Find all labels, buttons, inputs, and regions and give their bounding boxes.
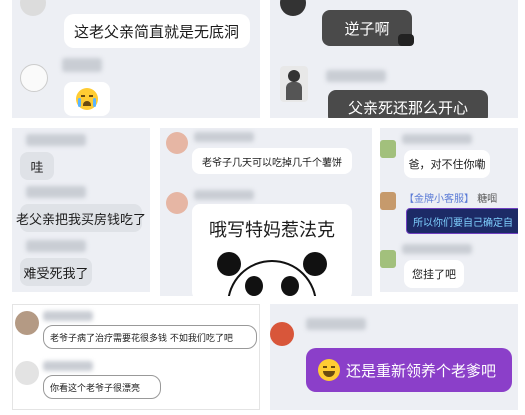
- blurred-username: [26, 240, 86, 252]
- bubble-text: 老父亲把我买房钱吃了: [16, 212, 147, 228]
- avatar: [380, 192, 396, 210]
- meme-text: 哦写特妈惹法克: [209, 220, 335, 241]
- blurred-username: [43, 361, 93, 371]
- panel-4: 老爷子几天可以吃掉几千个薯饼 哦写特妈惹法克: [160, 128, 372, 296]
- chat-bubble: 哇: [20, 152, 54, 180]
- emoji-bubble: [64, 82, 110, 116]
- blurred-username: [326, 70, 386, 82]
- bubble-text: 老爷子几天可以吃掉几千个薯饼: [202, 157, 342, 169]
- avatar: [20, 64, 48, 92]
- panel-6: 老爷子病了治疗需要花很多钱 不如我们吃了吧 你看这个老爷子很漂亮: [12, 304, 260, 410]
- chat-bubble: 老父亲把我买房钱吃了: [16, 204, 146, 232]
- bubble-text: 还是重新领养个老爹吧: [346, 361, 497, 380]
- bubble-text: 爸，对不住你嘞: [408, 158, 486, 171]
- avatar: [166, 192, 188, 214]
- chat-bubble: 这老父亲简直就是无底洞: [64, 14, 250, 48]
- blurred-username: [62, 58, 102, 72]
- panel-7: 还是重新领养个老爹吧: [270, 304, 518, 410]
- crying-face-icon: [76, 88, 98, 110]
- panel-2: 逆子啊 父亲死还那么开心: [270, 0, 518, 118]
- panel-5: 爸，对不住你嘞 【金牌小客服】 糖啯 所以你们要自己确定自 您挂了吧: [380, 128, 518, 292]
- laughing-face-icon: [318, 359, 340, 381]
- avatar: [270, 322, 294, 346]
- avatar: [20, 0, 46, 16]
- bubble-text: 所以你们要自己确定自: [413, 217, 513, 229]
- user-tag: 【金牌小客服】 糖啯: [404, 190, 497, 205]
- cat-decoration-icon: [398, 34, 414, 46]
- bubble-text: 哇: [30, 160, 44, 176]
- tag-name: 糖啯: [477, 194, 498, 205]
- bubble-text: 难受死我了: [23, 266, 89, 282]
- chat-bubble: 你看这个老爷子很漂亮: [43, 375, 161, 399]
- avatar: [380, 250, 396, 268]
- bubble-text: 你看这个老爷子很漂亮: [50, 383, 141, 394]
- blurred-username: [194, 132, 254, 142]
- bubble-text: 老爷子病了治疗需要花很多钱 不如我们吃了吧: [50, 333, 233, 344]
- tag-title: 【金牌小客服】: [404, 194, 474, 205]
- chat-bubble: 难受死我了: [20, 258, 92, 286]
- avatar: [380, 140, 396, 158]
- avatar: [15, 361, 39, 385]
- avatar: [15, 311, 39, 335]
- meme-bubble: 哦写特妈惹法克: [192, 204, 352, 296]
- bubble-text: 父亲死还那么开心: [347, 98, 468, 117]
- chat-bubble-dark: 父亲死还那么开心: [328, 90, 488, 118]
- bubble-text: 逆子啊: [344, 19, 390, 38]
- avatar: [166, 132, 188, 154]
- blurred-username: [402, 134, 472, 144]
- blurred-username: [26, 134, 86, 146]
- panda-face-icon: [217, 252, 327, 296]
- blurred-username: [306, 318, 366, 330]
- panel-1: 这老父亲简直就是无底洞: [12, 0, 260, 118]
- chat-bubble: 爸，对不住你嘞: [404, 150, 490, 178]
- bubble-text: 您挂了吧: [412, 268, 456, 281]
- chat-bubble: 您挂了吧: [404, 260, 464, 288]
- highlight-bubble: 所以你们要自己确定自: [406, 208, 518, 234]
- purple-bubble: 还是重新领养个老爹吧: [306, 348, 512, 392]
- panel-3: 哇 老父亲把我买房钱吃了 难受死我了: [12, 128, 150, 292]
- chat-bubble: 老爷子几天可以吃掉几千个薯饼: [192, 148, 352, 174]
- bubble-text: 这老父亲简直就是无底洞: [74, 22, 240, 41]
- blurred-username: [26, 186, 86, 198]
- blurred-username: [402, 244, 472, 254]
- blurred-username: [194, 190, 254, 200]
- blurred-username: [43, 311, 93, 321]
- avatar: [280, 0, 306, 16]
- avatar: [280, 66, 308, 102]
- chat-bubble: 老爷子病了治疗需要花很多钱 不如我们吃了吧: [43, 325, 257, 349]
